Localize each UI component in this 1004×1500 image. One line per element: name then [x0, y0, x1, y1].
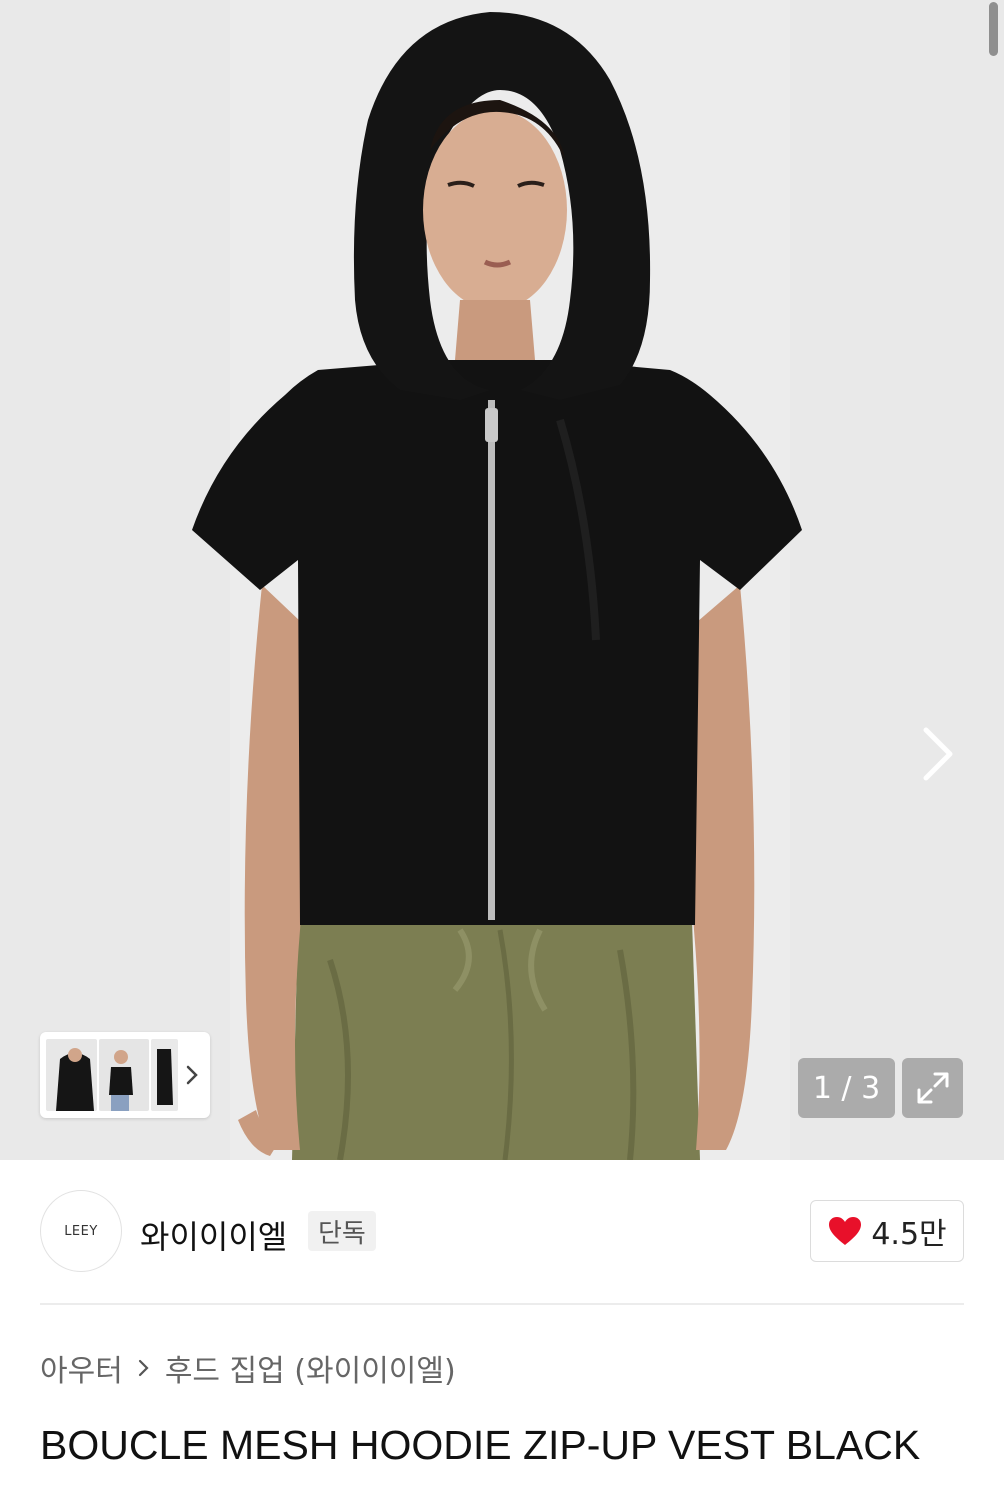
brand-row: LEEY 와이이이엘 단독 4.5만	[40, 1190, 964, 1274]
product-title: BOUCLE MESH HOODIE ZIP-UP VEST BLACK	[40, 1422, 921, 1468]
chevron-right-icon	[186, 1065, 198, 1085]
brand-logo-text: LEEY	[64, 1223, 98, 1239]
page-scrollbar[interactable]	[989, 2, 998, 56]
chevron-right-icon	[138, 1359, 149, 1377]
exclusive-badge: 단독	[308, 1211, 376, 1251]
like-count: 4.5만	[871, 1217, 947, 1252]
breadcrumb-category[interactable]: 아우터	[40, 1346, 123, 1390]
thumbnail-image	[98, 1039, 150, 1111]
like-button[interactable]: 4.5만	[810, 1200, 964, 1262]
thumbnail-2[interactable]	[98, 1039, 150, 1111]
breadcrumb: 아우터 후드 집업 (와이이이엘)	[40, 1346, 456, 1390]
heart-icon	[829, 1217, 862, 1245]
thumbnail-image	[46, 1039, 97, 1111]
thumbnail-1[interactable]	[46, 1039, 97, 1111]
brand-logo[interactable]: LEEY	[40, 1190, 122, 1272]
thumbnail-next-button[interactable]	[180, 1055, 204, 1095]
thumbnail-image	[151, 1039, 178, 1111]
image-counter: 1 / 3	[798, 1058, 895, 1118]
product-image-gallery[interactable]: 1 / 3	[0, 0, 1004, 1160]
fullscreen-button[interactable]	[902, 1058, 963, 1118]
chevron-right-icon	[923, 727, 953, 781]
breadcrumb-subcategory[interactable]: 후드 집업 (와이이이엘)	[165, 1346, 456, 1390]
thumbnail-3[interactable]	[151, 1039, 178, 1111]
product-page: 1 / 3 LEEY 와이이이엘 단독 4.5만 아우터 후드 집업 (와이이이…	[0, 0, 1004, 1500]
next-image-button[interactable]	[912, 722, 964, 786]
divider	[40, 1303, 964, 1305]
expand-icon	[917, 1072, 948, 1104]
brand-name[interactable]: 와이이이엘	[140, 1212, 287, 1258]
product-photo	[0, 0, 1004, 1160]
thumbnail-strip[interactable]	[40, 1032, 210, 1118]
